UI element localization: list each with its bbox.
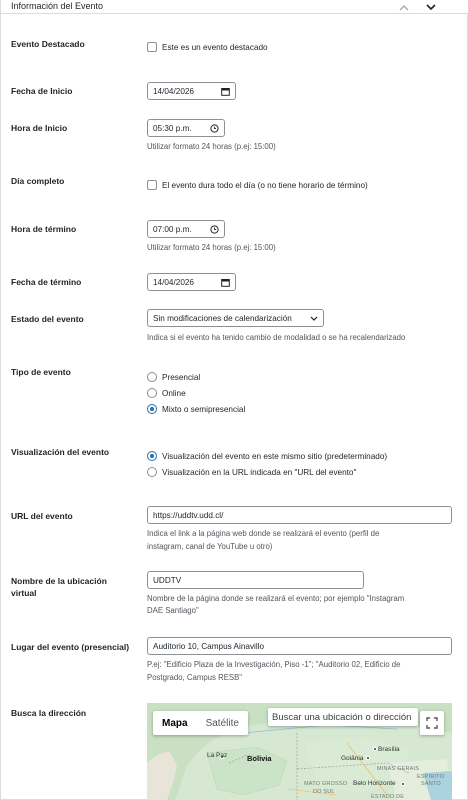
map-type-control: Mapa Satélite [153, 711, 248, 735]
calendar-icon[interactable] [221, 87, 230, 96]
destacado-checkbox-label: Este es un evento destacado [162, 42, 268, 52]
map-label-minas-gerais: MINAS GERAIS [377, 766, 420, 772]
tipo-option-mixto[interactable]: Mixto o semipresencial [147, 404, 245, 414]
url-help-line2: instagram, canal de YouTube u otro) [147, 542, 273, 551]
event-info-metabox: Información del Evento Evento Destacado … [0, 0, 468, 800]
toggle-panel-button[interactable] [422, 0, 440, 14]
map-label-bolivia: Bolivia [247, 754, 272, 763]
radio-button-selected[interactable] [147, 404, 157, 414]
hora-inicio-value: 05:30 p.m. [153, 123, 192, 133]
fullscreen-icon [426, 717, 438, 729]
map-label-mato-grosso: MATO GROSSO [304, 781, 348, 787]
map-label-estado-de: ESTADO DE [371, 794, 405, 800]
lugar-input[interactable]: Auditorio 10, Campus Ainavillo [147, 637, 452, 655]
tipo-option-online[interactable]: Online [147, 388, 186, 398]
estado-help: Indica si el evento ha tenido cambio de … [147, 333, 406, 342]
destacado-checkbox[interactable] [147, 42, 157, 52]
map-label-goiania: Goiânia [341, 755, 364, 762]
radio-button[interactable] [147, 467, 157, 477]
radio-label: Visualización del evento en este mismo s… [162, 451, 388, 461]
fecha-termino-value: 14/04/2026 [153, 277, 194, 287]
map-label-do-sul: DO SUL [313, 789, 335, 795]
radio-button[interactable] [147, 372, 157, 382]
city-marker [373, 747, 377, 751]
hora-termino-help: Utilizar formato 24 horas (p.ej: 15:00) [147, 243, 276, 252]
ubicacion-help-line1: Nombre de la página donde se realizará e… [147, 594, 405, 603]
clock-icon[interactable] [210, 123, 219, 133]
radio-button[interactable] [147, 388, 157, 398]
dia-completo-label: Día completo [11, 176, 65, 186]
lugar-value: Auditorio 10, Campus Ainavillo [153, 641, 265, 651]
chevron-down-icon [426, 3, 436, 10]
visualizacion-option-sitio[interactable]: Visualización del evento en este mismo s… [147, 451, 387, 461]
radio-label: Presencial [162, 372, 201, 382]
estado-selected-value: Sin modificaciones de calendarización [153, 313, 292, 323]
city-marker [401, 782, 405, 786]
visualizacion-option-url[interactable]: Visualización en la URL indicada en "URL… [147, 467, 356, 477]
hora-termino-value: 07:00 p.m. [153, 224, 192, 234]
url-help-line1: Indica el link a la página web donde se … [147, 529, 380, 538]
visualizacion-label: Visualización del evento [11, 447, 110, 457]
estado-select[interactable]: Sin modificaciones de calendarización [147, 309, 324, 327]
map-label-santo: SANTO [421, 781, 441, 787]
map-label-brasilia: Brasília [378, 746, 400, 753]
dia-completo-checkbox-label: El evento dura todo el día (o no tiene h… [162, 180, 368, 190]
move-up-button[interactable] [395, 0, 413, 14]
map-label-la-paz: La Paz [207, 752, 228, 759]
lugar-help-line2: Postgrado, Campus RESB" [147, 673, 243, 682]
chevron-up-icon [399, 4, 409, 10]
fecha-inicio-input[interactable]: 14/04/2026 [147, 82, 236, 100]
radio-label: Visualización en la URL indicada en "URL… [162, 467, 357, 477]
hora-termino-label: Hora de término [11, 224, 77, 234]
estado-label: Estado del evento [11, 314, 84, 324]
city-marker [366, 756, 370, 760]
fecha-inicio-label: Fecha de Inicio [11, 86, 73, 96]
ubicacion-value: UDDTV [153, 575, 182, 585]
destacado-label: Evento Destacado [11, 39, 85, 49]
ubicacion-help-line2: DAE Santiago" [147, 606, 199, 615]
hora-termino-input[interactable]: 07:00 p.m. [147, 220, 225, 238]
ubicacion-input[interactable]: UDDTV [147, 571, 364, 589]
destacado-option[interactable]: Este es un evento destacado [147, 42, 268, 52]
address-map[interactable]: Mapa Satélite Buscar una ubicación o dir… [147, 703, 452, 800]
hora-inicio-help: Utilizar formato 24 horas (p.ej: 15:00) [147, 142, 276, 151]
hora-inicio-label: Hora de Inicio [11, 123, 68, 133]
ubicacion-label-line1: Nombre de la ubicación [11, 576, 107, 586]
tipo-option-presencial[interactable]: Presencial [147, 372, 200, 382]
chevron-down-icon [310, 316, 318, 321]
url-value: https://uddtv.udd.cl/ [153, 510, 224, 520]
ubicacion-label-line2: virtual [11, 588, 37, 598]
url-input[interactable]: https://uddtv.udd.cl/ [147, 506, 452, 524]
lugar-label: Lugar del evento (presencial) [11, 642, 130, 652]
map-tab-satellite[interactable]: Satélite [197, 711, 248, 735]
radio-label: Online [162, 388, 186, 398]
tipo-label: Tipo de evento [11, 367, 71, 377]
map-tab-map[interactable]: Mapa [153, 711, 197, 735]
fecha-inicio-value: 14/04/2026 [153, 86, 194, 96]
lugar-help-line1: P.ej: "Edificio Plaza de la Investigació… [147, 660, 401, 669]
clock-icon[interactable] [210, 224, 219, 234]
dia-completo-checkbox[interactable] [147, 180, 157, 190]
calendar-icon[interactable] [221, 278, 230, 287]
dia-completo-option[interactable]: El evento dura todo el día (o no tiene h… [147, 180, 368, 190]
radio-button-selected[interactable] [147, 451, 157, 461]
direccion-label: Busca la dirección [11, 708, 87, 718]
metabox-header: Información del Evento [1, 0, 468, 14]
fullscreen-button[interactable] [420, 711, 444, 735]
fecha-termino-input[interactable]: 14/04/2026 [147, 273, 236, 291]
map-search-input[interactable]: Buscar una ubicación o dirección [268, 708, 418, 726]
radio-label: Mixto o semipresencial [162, 404, 246, 414]
hora-inicio-input[interactable]: 05:30 p.m. [147, 119, 225, 137]
map-label-belo-horizonte: Belo Horizonte [353, 780, 396, 787]
metabox-title: Información del Evento [11, 1, 104, 11]
url-label: URL del evento [11, 511, 73, 521]
fecha-termino-label: Fecha de término [11, 277, 82, 287]
map-label-espirito: ESPÍRITO [417, 774, 445, 780]
